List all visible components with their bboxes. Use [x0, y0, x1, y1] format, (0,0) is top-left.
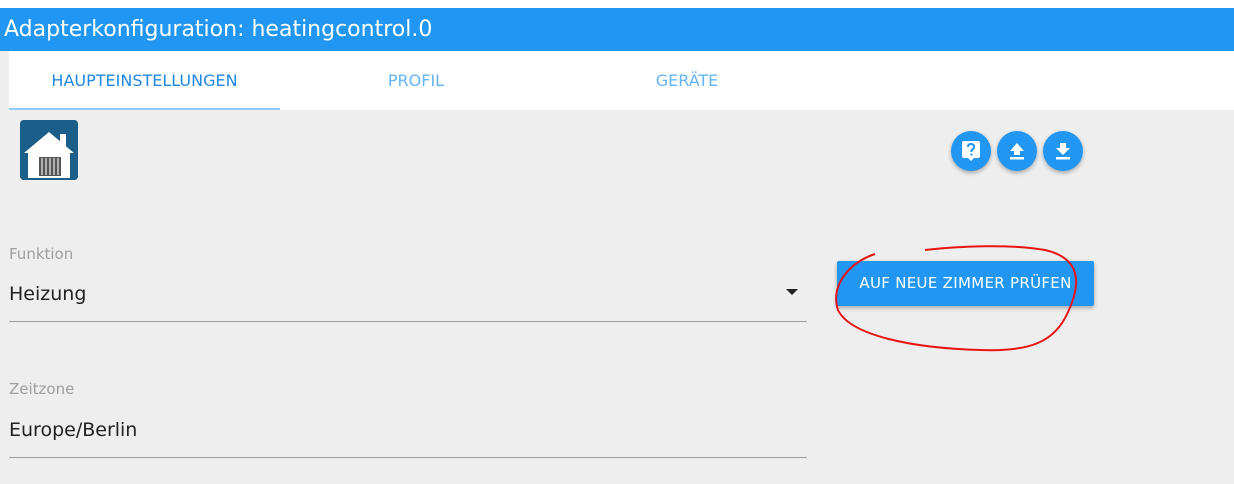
- upload-button[interactable]: [997, 131, 1037, 171]
- tab-haupteinstellungen[interactable]: HAUPTEINSTELLUNGEN: [9, 51, 280, 110]
- timezone-input[interactable]: Europe/Berlin: [9, 419, 807, 441]
- download-icon: [1056, 143, 1070, 160]
- download-button[interactable]: [1043, 131, 1083, 171]
- timezone-underline: [9, 457, 807, 458]
- function-select[interactable]: [9, 270, 807, 322]
- help-button[interactable]: [951, 131, 991, 171]
- tab-profil[interactable]: PROFIL: [280, 51, 552, 110]
- upload-icon: [1010, 143, 1024, 160]
- check-new-rooms-button[interactable]: AUF NEUE ZIMMER PRÜFEN: [837, 261, 1094, 306]
- timezone-label: Zeitzone: [9, 380, 75, 398]
- window-title: Adapterkonfiguration: heatingcontrol.0: [0, 8, 1234, 51]
- tab-bar: HAUPTEINSTELLUNGEN PROFIL GERÄTE: [9, 51, 1234, 110]
- house-radiator-icon: [20, 120, 78, 180]
- function-label: Funktion: [9, 245, 74, 263]
- help-icon: [962, 141, 980, 161]
- active-tab-indicator: [9, 108, 280, 110]
- top-strip: [0, 0, 1234, 8]
- function-value: Heizung: [9, 283, 87, 305]
- chevron-down-icon: [786, 289, 798, 295]
- function-underline: [9, 321, 807, 322]
- tab-geraete[interactable]: GERÄTE: [552, 51, 822, 110]
